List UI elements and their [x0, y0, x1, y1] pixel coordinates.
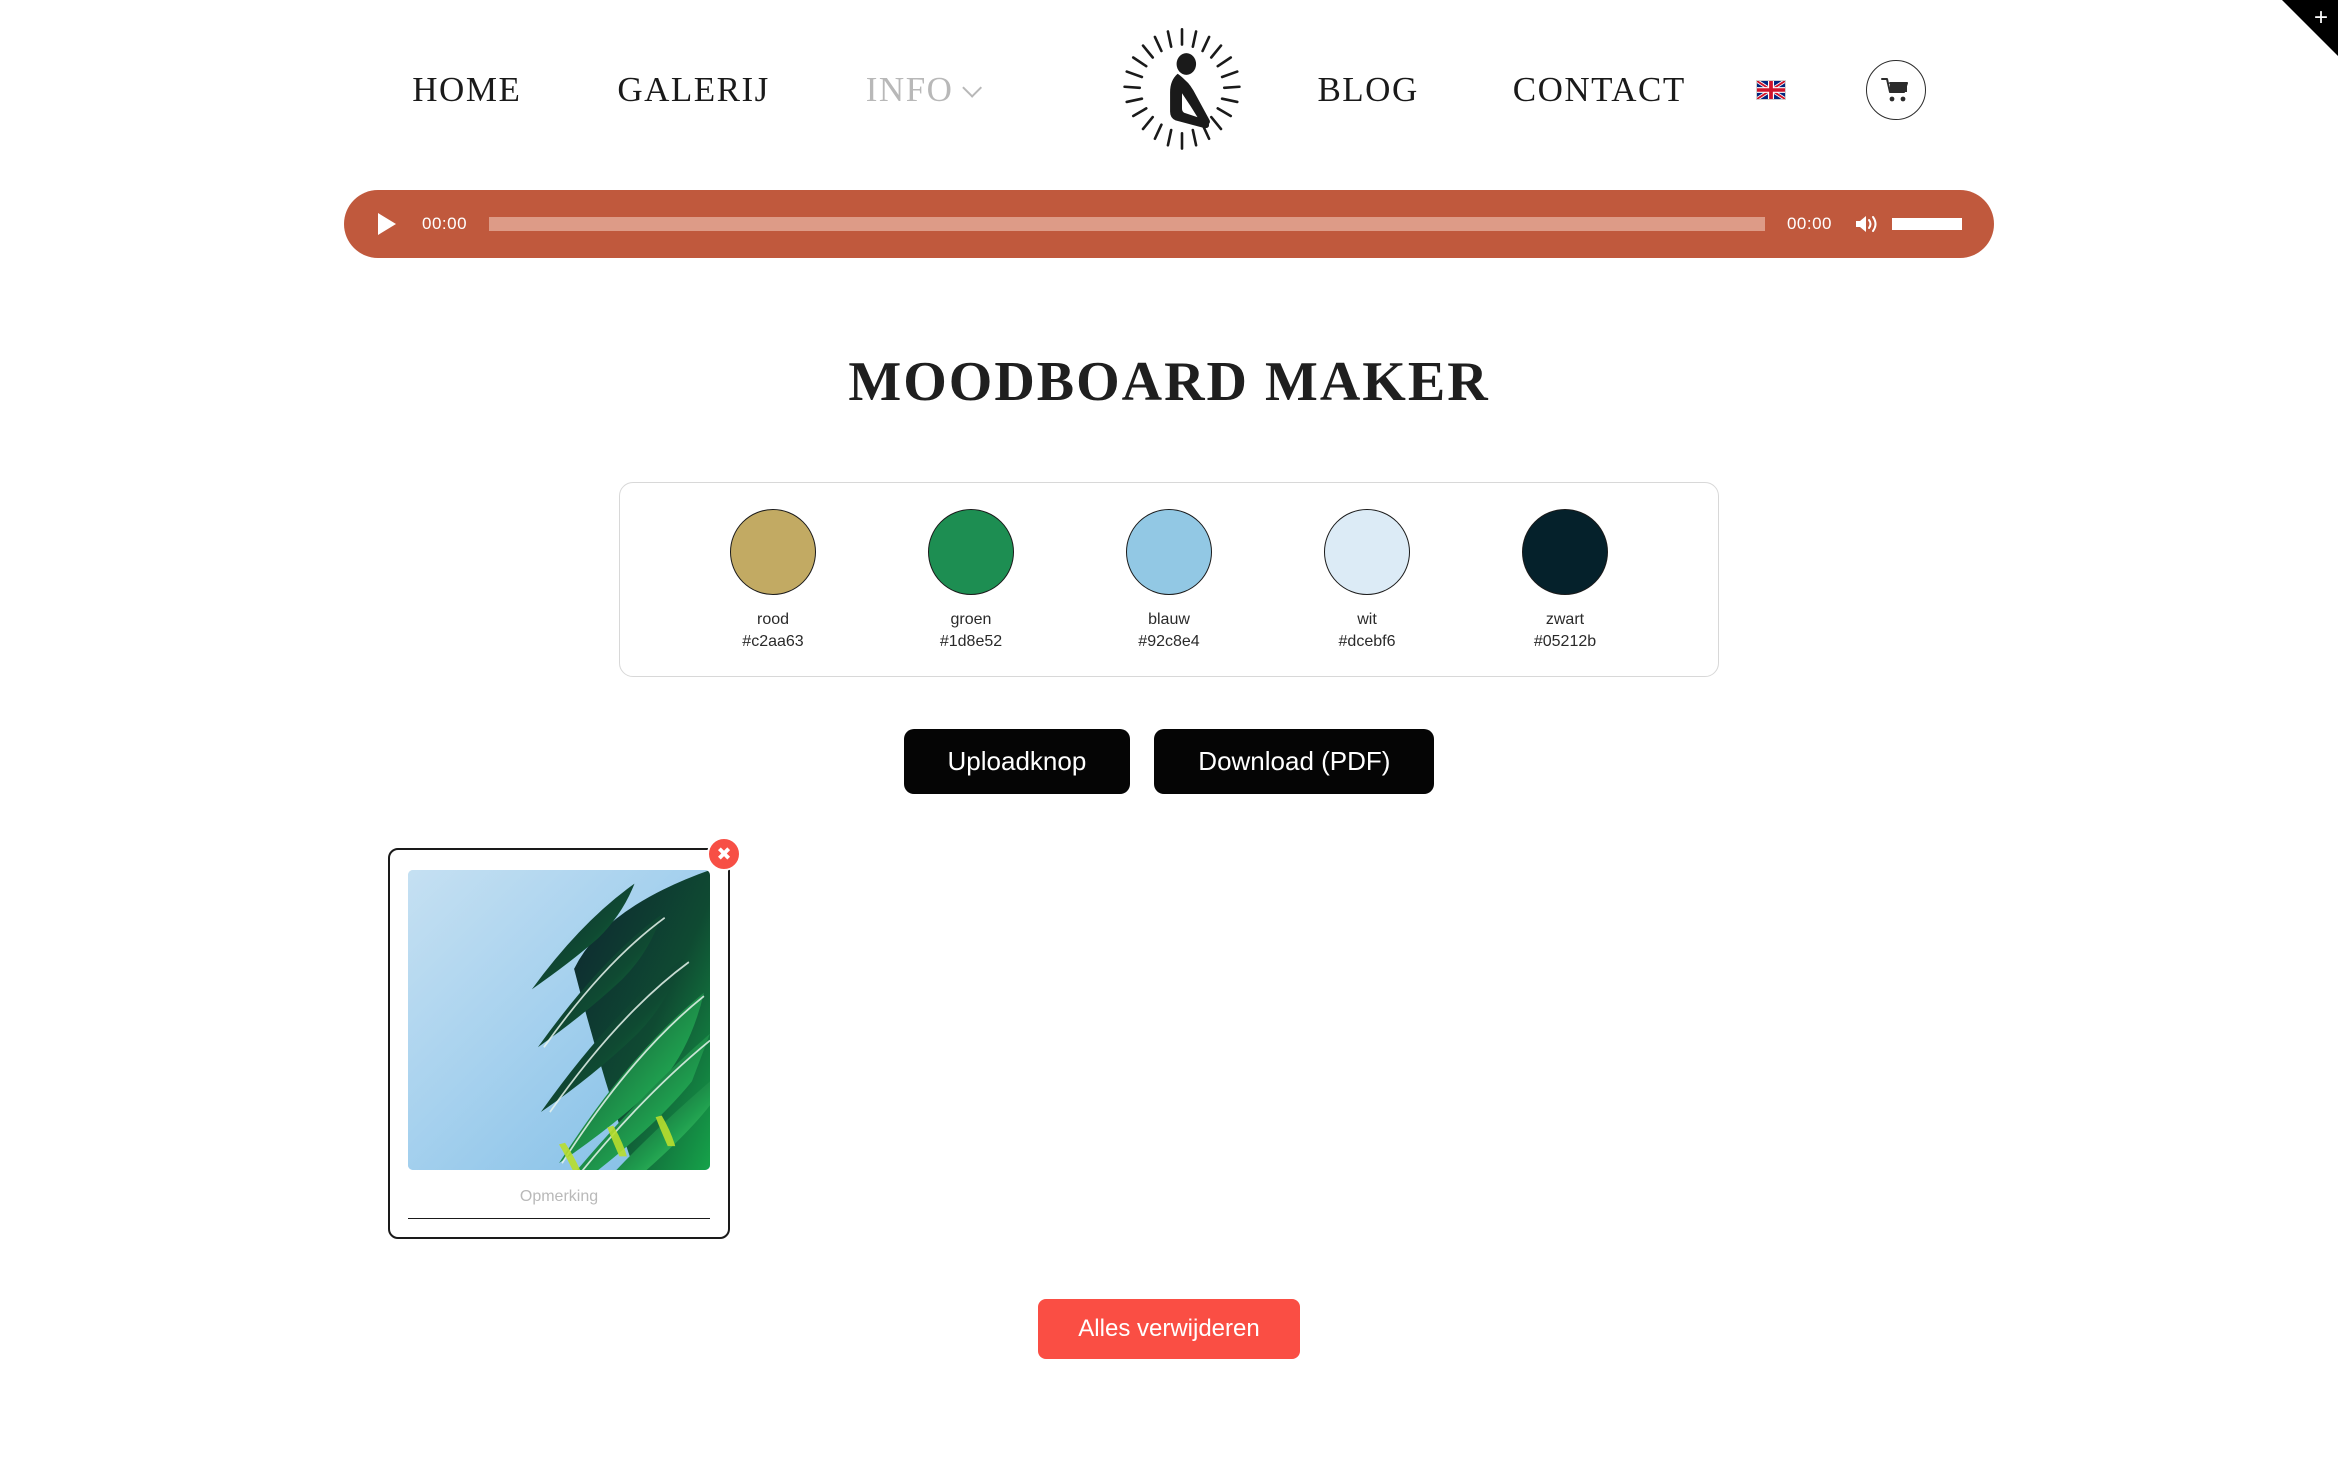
main-navigation: HOME GALERIJ INFO BLOG CONTACT — [340, 25, 1998, 155]
chevron-down-icon — [962, 77, 983, 98]
moodboard-grid: ✖ Opmerking — [0, 837, 2338, 1240]
audio-duration: 00:00 — [1786, 214, 1832, 233]
nav-label-blog: BLOG — [1317, 70, 1419, 109]
cart-button[interactable] — [1865, 60, 1926, 120]
color-palette: rood #c2aa63 groen #1d8e52 blauw #92c8e4… — [619, 482, 1719, 678]
site-logo[interactable] — [1117, 25, 1247, 155]
swatch-name-wit: wit — [1357, 611, 1377, 628]
shopping-cart-icon — [1880, 78, 1908, 102]
swatch-circle-zwart[interactable] — [1522, 509, 1608, 595]
plus-icon[interactable]: + — [2314, 6, 2328, 30]
nav-item-blog[interactable]: BLOG — [1317, 70, 1418, 110]
nav-item-home[interactable]: HOME — [412, 70, 521, 110]
palette-swatch[interactable]: blauw #92c8e4 — [1070, 509, 1268, 652]
swatch-name-rood: rood — [756, 611, 790, 628]
swatch-hex-zwart: #05212b — [1533, 632, 1597, 650]
card-note-placeholder: Opmerking — [519, 1188, 599, 1206]
card-image — [408, 870, 710, 1171]
swatch-circle-groen[interactable] — [928, 509, 1014, 595]
palette-swatch[interactable]: wit #dcebf6 — [1268, 509, 1466, 652]
palette-swatch[interactable]: groen #1d8e52 — [872, 509, 1070, 652]
palette-swatch[interactable]: zwart #05212b — [1466, 509, 1664, 652]
swatch-circle-wit[interactable] — [1324, 509, 1410, 595]
audio-player: 00:00 00:00 — [344, 190, 1994, 258]
swatch-hex-groen: #1d8e52 — [939, 632, 1003, 650]
close-icon[interactable]: ✖ — [707, 837, 741, 872]
swatch-hex-rood: #c2aa63 — [742, 632, 804, 650]
swatch-name-zwart: zwart — [1545, 611, 1585, 628]
volume-high-icon[interactable] — [1854, 211, 1880, 237]
audio-progress-bar[interactable] — [489, 217, 1765, 231]
nav-label-home: HOME — [412, 70, 522, 109]
nav-label-info: INFO — [865, 70, 954, 109]
page-title: MOODBOARD MAKER — [848, 351, 1490, 413]
swatch-hex-blauw: #92c8e4 — [1138, 632, 1200, 650]
card-note-field[interactable]: Opmerking — [408, 1188, 710, 1220]
swatch-circle-rood[interactable] — [730, 509, 816, 595]
card-note-underline — [408, 1218, 710, 1220]
play-icon[interactable] — [378, 213, 396, 235]
action-buttons: Uploadknop Download (PDF) — [0, 729, 2338, 795]
upload-button[interactable]: Uploadknop — [903, 729, 1131, 795]
palette-swatch[interactable]: rood #c2aa63 — [674, 509, 872, 652]
nav-item-galerij[interactable]: GALERIJ — [617, 70, 769, 110]
nav-label-contact: CONTACT — [1512, 70, 1686, 109]
nav-label-galerij: GALERIJ — [617, 70, 770, 109]
nav-item-contact[interactable]: CONTACT — [1513, 70, 1686, 110]
swatch-hex-wit: #dcebf6 — [1338, 632, 1396, 650]
swatch-name-groen: groen — [950, 611, 992, 628]
volume-slider[interactable] — [1892, 218, 1962, 230]
moodboard-card[interactable]: ✖ Opmerking — [388, 837, 741, 1240]
audio-current-time: 00:00 — [422, 214, 468, 233]
swatch-name-blauw: blauw — [1148, 611, 1190, 628]
seated-figure-sunburst-icon — [1123, 28, 1242, 150]
clear-all-row: Alles verwijderen — [0, 1299, 2338, 1360]
clear-all-button[interactable]: Alles verwijderen — [1038, 1299, 1300, 1360]
nav-item-info[interactable]: INFO — [865, 70, 983, 110]
uk-flag-icon[interactable] — [1755, 80, 1786, 100]
swatch-circle-blauw[interactable] — [1126, 509, 1212, 595]
site-header: HOME GALERIJ INFO BLOG CONTACT — [0, 0, 2338, 180]
corner-ribbon[interactable] — [2282, 0, 2338, 56]
download-pdf-button[interactable]: Download (PDF) — [1154, 729, 1435, 795]
